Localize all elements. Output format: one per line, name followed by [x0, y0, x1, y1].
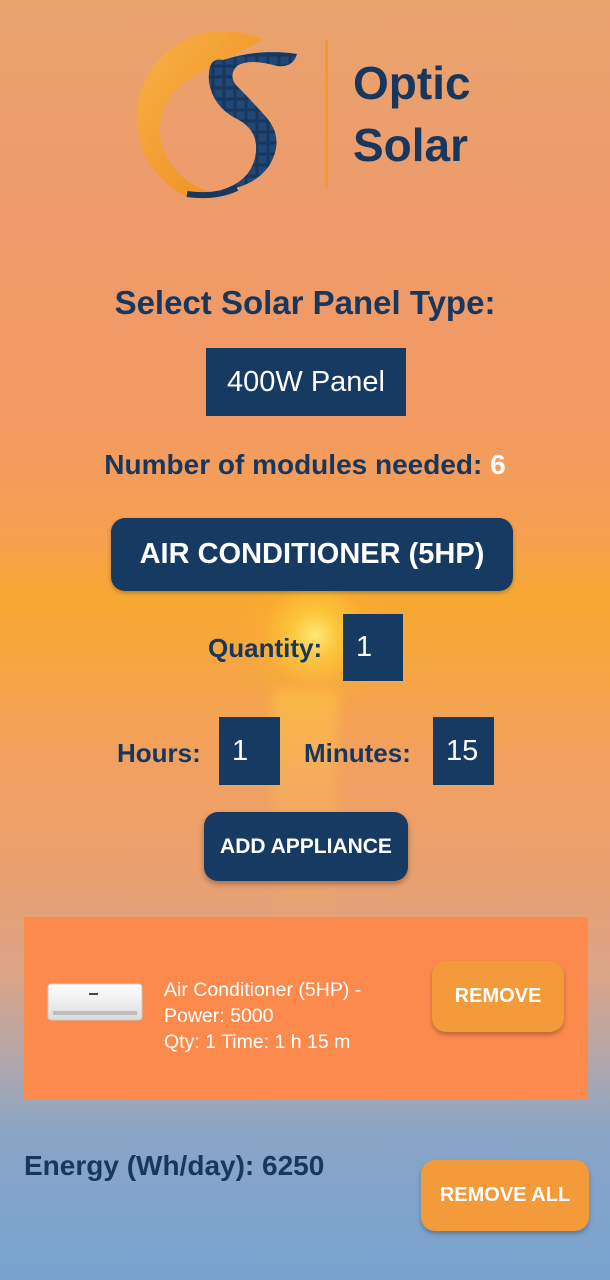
modules-label: Number of modules needed:	[104, 449, 483, 480]
appliance-power: Power: 5000	[164, 1005, 274, 1027]
hours-input[interactable]: 1	[219, 717, 280, 785]
minutes-label: Minutes:	[304, 738, 411, 768]
appliance-list: Air Conditioner (5HP) - Power: 5000 Qty:…	[24, 917, 588, 1100]
appliance-qty-time: Qty: 1 Time: 1 h 15 m	[164, 1031, 351, 1053]
logo-divider	[325, 40, 328, 187]
remove-all-button[interactable]: REMOVE ALL	[421, 1160, 589, 1231]
brand-line-2: Solar	[353, 119, 469, 171]
remove-button[interactable]: REMOVE	[432, 961, 564, 1032]
energy-total: Energy (Wh/day): 6250	[24, 1150, 324, 1182]
optic-solar-logo: Optic Solar	[125, 22, 495, 207]
appliance-dropdown[interactable]: AIR CONDITIONER (5HP)	[111, 518, 513, 591]
brand-name: Optic Solar	[353, 52, 471, 176]
solar-s-logo-icon	[136, 30, 297, 199]
panel-type-heading: Select Solar Panel Type:	[114, 284, 496, 321]
energy-value: 6250	[262, 1150, 325, 1181]
modules-count: 6	[490, 449, 506, 480]
quantity-input[interactable]: 1	[343, 614, 403, 681]
add-appliance-button[interactable]: ADD APPLIANCE	[204, 812, 408, 881]
minutes-input[interactable]: 15	[433, 717, 494, 785]
modules-needed: Number of modules needed: 6	[0, 449, 610, 481]
appliance-name: Air Conditioner (5HP) -	[164, 979, 362, 1001]
panel-type-dropdown[interactable]: 400W Panel	[206, 348, 406, 416]
air-conditioner-icon	[47, 983, 143, 1021]
appliance-details: Air Conditioner (5HP) - Power: 5000 Qty:…	[164, 977, 361, 1055]
brand-line-1: Optic	[353, 57, 471, 109]
hours-label: Hours:	[117, 738, 201, 768]
energy-label: Energy (Wh/day):	[24, 1150, 255, 1181]
quantity-label: Quantity:	[208, 633, 323, 663]
